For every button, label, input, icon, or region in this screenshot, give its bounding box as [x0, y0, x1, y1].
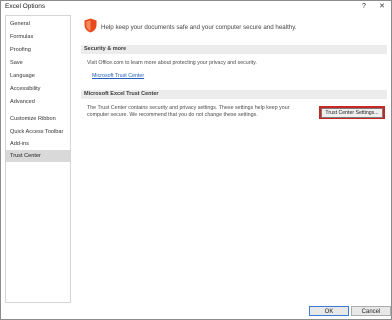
title-bar: Excel Options ? ✕: [1, 1, 391, 14]
security-description: Visit Office.com to learn more about pro…: [87, 60, 257, 66]
trust-center-settings-button[interactable]: Trust Center Settings...: [321, 107, 383, 118]
sidebar-item-general[interactable]: General: [6, 18, 70, 30]
sidebar-item-advanced[interactable]: Advanced: [6, 96, 70, 108]
sidebar-item-quick-access-toolbar[interactable]: Quick Access Toolbar: [6, 126, 70, 138]
sidebar-item-accessibility[interactable]: Accessibility: [6, 83, 70, 95]
microsoft-trust-center-link[interactable]: Microsoft Trust Center: [92, 73, 144, 79]
window-title: Excel Options: [5, 3, 46, 10]
sidebar-item-proofing[interactable]: Proofing: [6, 44, 70, 56]
trust-center-section-header: Microsoft Excel Trust Center: [81, 90, 387, 99]
shield-icon: [84, 18, 97, 33]
close-button[interactable]: ✕: [376, 2, 388, 12]
page-headline: Help keep your documents safe and your c…: [101, 24, 297, 31]
sidebar-item-language[interactable]: Language: [6, 70, 70, 82]
trust-center-description-line2: computer secure. We recommend that you d…: [87, 112, 258, 118]
sidebar-item-formulas[interactable]: Formulas: [6, 31, 70, 43]
sidebar-item-trust-center[interactable]: Trust Center: [6, 150, 70, 162]
ok-button[interactable]: OK: [309, 306, 349, 316]
options-sidebar: General Formulas Proofing Save Language …: [5, 15, 71, 303]
sidebar-item-save[interactable]: Save: [6, 57, 70, 69]
security-section-header: Security & more: [81, 45, 387, 54]
trust-center-panel: Help keep your documents safe and your c…: [73, 15, 389, 301]
excel-options-dialog: Excel Options ? ✕ General Formulas Proof…: [0, 0, 392, 320]
help-button[interactable]: ?: [358, 2, 370, 12]
sidebar-item-add-ins[interactable]: Add-ins: [6, 138, 70, 150]
sidebar-item-customize-ribbon[interactable]: Customize Ribbon: [6, 113, 70, 125]
trust-center-settings-highlight[interactable]: Trust Center Settings...: [319, 106, 385, 119]
cancel-button[interactable]: Cancel: [351, 306, 391, 316]
